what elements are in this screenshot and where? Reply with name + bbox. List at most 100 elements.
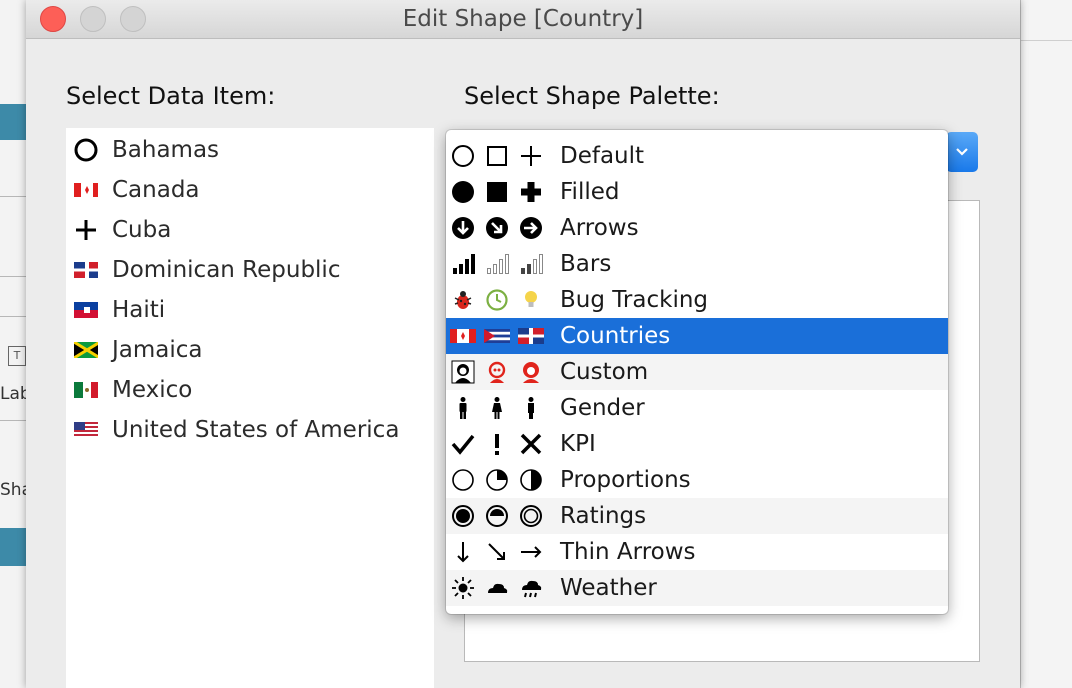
background-teal-bar — [0, 528, 26, 566]
data-item-label: Bahamas — [112, 137, 220, 163]
filled-circle-icon — [450, 179, 476, 205]
plus-icon — [518, 143, 544, 169]
portrait-red-solid-icon — [518, 359, 544, 385]
background-divider — [0, 316, 26, 317]
palette-select-stepper[interactable] — [946, 132, 978, 172]
bars-partial-icon — [518, 251, 544, 277]
palette-option-label: Weather — [560, 575, 657, 601]
data-item-jamaica[interactable]: Jamaica — [66, 330, 434, 370]
data-item-dominican-republic[interactable]: Dominican Republic — [66, 250, 434, 290]
circle-outline-icon — [450, 143, 476, 169]
haiti-flag-icon — [74, 298, 98, 322]
background-divider — [0, 420, 26, 421]
palette-option-bars[interactable]: Bars — [446, 246, 948, 282]
palette-option-bug-tracking[interactable]: Bug Tracking — [446, 282, 948, 318]
person-male-icon — [450, 395, 476, 421]
shape-palette-dropdown[interactable]: Default Filled Arrows Bars Bug Tracking … — [446, 130, 948, 614]
data-item-cuba[interactable]: Cuba — [66, 210, 434, 250]
rain-cloud-icon — [518, 575, 544, 601]
background-app-right-strip — [1020, 0, 1072, 688]
lightbulb-icon — [518, 287, 544, 313]
background-app-left-strip: T Lab Sha — [0, 0, 32, 688]
filled-square-icon — [484, 179, 510, 205]
arrow-down-right-circle-icon — [484, 215, 510, 241]
portrait-black-icon — [450, 359, 476, 385]
data-item-label: Haiti — [112, 297, 166, 323]
data-item-haiti[interactable]: Haiti — [66, 290, 434, 330]
rating-empty-icon — [518, 503, 544, 529]
palette-option-label: Bug Tracking — [560, 287, 709, 313]
palette-option-label: Gender — [560, 395, 645, 421]
circle-quarter-icon — [484, 467, 510, 493]
palette-option-countries[interactable]: Countries — [446, 318, 948, 354]
cuba-flag-icon — [484, 323, 510, 349]
clock-icon — [484, 287, 510, 313]
data-item-mexico[interactable]: Mexico — [66, 370, 434, 410]
palette-option-kpi[interactable]: KPI — [446, 426, 948, 462]
checkmark-icon — [450, 431, 476, 457]
palette-option-gender[interactable]: Gender — [446, 390, 948, 426]
data-item-label: Cuba — [112, 217, 172, 243]
bars-outline-icon — [484, 251, 510, 277]
rating-half-icon — [484, 503, 510, 529]
palette-option-custom[interactable]: Custom — [446, 354, 948, 390]
background-divider — [1021, 40, 1072, 41]
background-teal-bar — [0, 104, 26, 140]
bars-full-icon — [450, 251, 476, 277]
data-item-label: Jamaica — [112, 337, 203, 363]
background-divider — [0, 196, 26, 197]
data-item-canada[interactable]: Canada — [66, 170, 434, 210]
palette-option-ratings[interactable]: Ratings — [446, 498, 948, 534]
exclamation-icon — [484, 431, 510, 457]
rating-full-icon — [450, 503, 476, 529]
palette-option-label: KPI — [560, 431, 596, 457]
portrait-red-icon — [484, 359, 510, 385]
palette-option-label: Bars — [560, 251, 612, 277]
background-divider — [0, 276, 26, 277]
data-item-label: Dominican Republic — [112, 257, 341, 283]
canada-flag-icon — [74, 178, 98, 202]
usa-flag-icon — [74, 418, 98, 442]
circle-outline-icon — [74, 138, 98, 162]
data-item-label: United States of America — [112, 417, 400, 443]
canada-flag-icon — [450, 323, 476, 349]
edit-shape-dialog: Edit Shape [Country] Select Data Item: S… — [26, 0, 1020, 688]
data-item-usa[interactable]: United States of America — [66, 410, 434, 450]
data-item-label: Mexico — [112, 377, 193, 403]
data-item-label: Canada — [112, 177, 200, 203]
palette-option-label: Ratings — [560, 503, 647, 529]
thin-arrow-right-icon — [518, 539, 544, 565]
palette-option-label: Proportions — [560, 467, 691, 493]
dominican-republic-flag-icon — [74, 258, 98, 282]
circle-half-icon — [518, 467, 544, 493]
mexico-flag-icon — [74, 378, 98, 402]
person-neutral-icon — [518, 395, 544, 421]
palette-option-label: Default — [560, 143, 645, 169]
palette-option-label: Filled — [560, 179, 620, 205]
data-item-list[interactable]: Bahamas Canada Cuba Dominican Republic H… — [66, 128, 434, 688]
plus-icon — [74, 218, 98, 242]
select-shape-palette-label: Select Shape Palette: — [464, 82, 720, 110]
circle-empty-icon — [450, 467, 476, 493]
arrow-right-circle-icon — [518, 215, 544, 241]
thin-arrow-down-icon — [450, 539, 476, 565]
palette-option-weather[interactable]: Weather — [446, 570, 948, 606]
palette-option-proportions[interactable]: Proportions — [446, 462, 948, 498]
palette-option-thin-arrows[interactable]: Thin Arrows — [446, 534, 948, 570]
bug-icon — [450, 287, 476, 313]
palette-option-arrows[interactable]: Arrows — [446, 210, 948, 246]
square-outline-icon — [484, 143, 510, 169]
title-bar: Edit Shape [Country] — [26, 0, 1020, 39]
x-mark-icon — [518, 431, 544, 457]
person-female-icon — [484, 395, 510, 421]
palette-option-filled[interactable]: Filled — [446, 174, 948, 210]
data-item-bahamas[interactable]: Bahamas — [66, 130, 434, 170]
filled-plus-icon — [518, 179, 544, 205]
palette-option-label: Custom — [560, 359, 649, 385]
arrow-down-circle-icon — [450, 215, 476, 241]
palette-option-default[interactable]: Default — [446, 138, 948, 174]
dominican-republic-flag-icon — [518, 323, 544, 349]
chevron-down-icon — [956, 148, 968, 156]
select-data-item-label: Select Data Item: — [66, 82, 276, 110]
text-mark-icon: T — [8, 346, 26, 366]
